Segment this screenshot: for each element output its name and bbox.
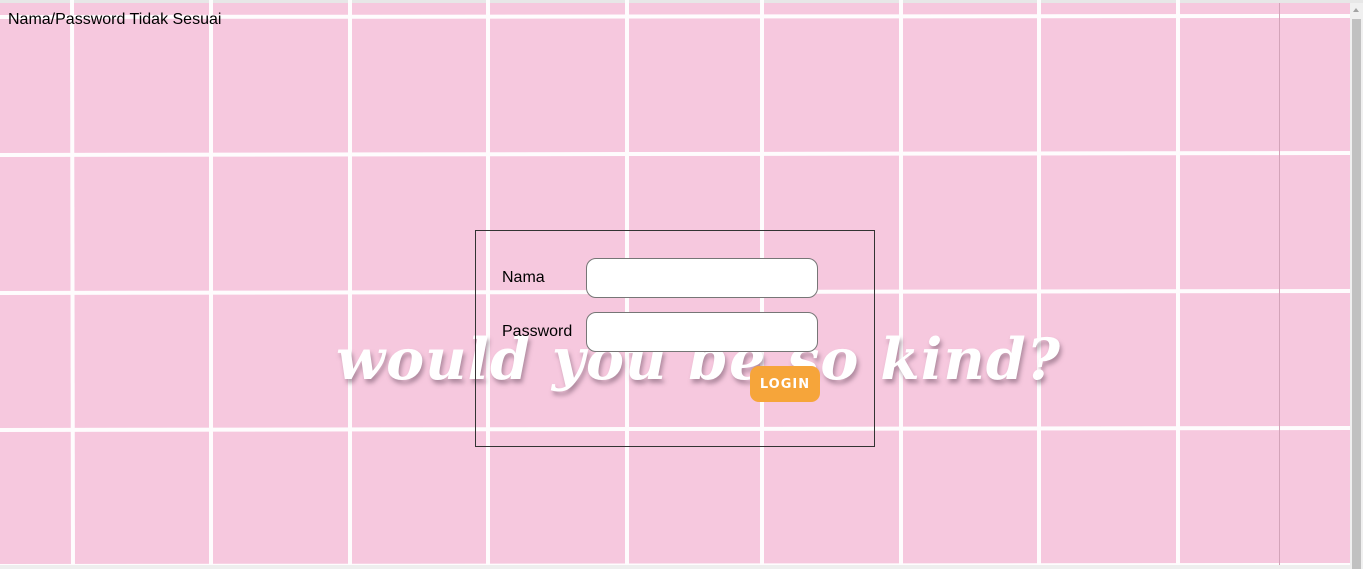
error-message: Nama/Password Tidak Sesuai	[8, 11, 222, 28]
grid-line-v	[70, 0, 75, 569]
nama-input[interactable]	[586, 258, 818, 298]
login-button[interactable]: LOGIN	[750, 366, 820, 402]
scroll-up-arrow-icon[interactable]	[1350, 3, 1363, 18]
password-input[interactable]	[586, 312, 818, 352]
page-edge-strip	[1279, 3, 1351, 569]
bottom-border	[0, 565, 1350, 569]
nama-label: Nama	[502, 269, 545, 286]
password-label: Password	[502, 323, 573, 340]
scrollbar-thumb[interactable]	[1352, 19, 1361, 569]
login-page: Nama/Password Tidak Sesuai would you be …	[0, 0, 1363, 569]
grid-line-h	[0, 151, 1350, 157]
